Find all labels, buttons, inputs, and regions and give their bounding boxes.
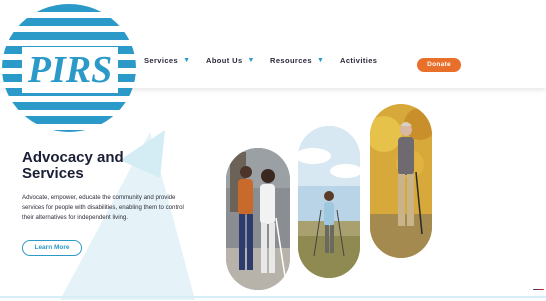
learn-more-button[interactable]: Learn More xyxy=(22,240,82,256)
hero-image-man-with-cane xyxy=(370,104,432,258)
nav-item-services[interactable]: Services ▼ xyxy=(144,56,190,65)
nav-item-activities[interactable]: Activities xyxy=(340,56,377,65)
chevron-down-icon: ▼ xyxy=(316,56,325,64)
donate-button[interactable]: Donate xyxy=(417,58,461,72)
nav-item-label: Resources xyxy=(270,55,312,65)
nav-item-label: Services xyxy=(144,55,179,65)
chevron-down-icon: ▼ xyxy=(247,56,255,64)
chevron-down-icon: ▼ xyxy=(183,56,191,64)
logo-text: PIRS xyxy=(22,47,118,93)
hero-image-couple-walking xyxy=(226,148,290,290)
section-divider xyxy=(0,296,546,298)
pirs-logo[interactable]: PIRS xyxy=(2,4,136,132)
hero-description: Advocate, empower, educate the community… xyxy=(22,194,184,221)
nav-item-label: Activities xyxy=(340,55,378,65)
us-flag-icon[interactable] xyxy=(533,283,544,290)
nav-item-about-us[interactable]: About Us ▼ xyxy=(206,56,255,65)
nav-item-resources[interactable]: Resources ▼ xyxy=(270,56,324,65)
nav-item-label: About Us xyxy=(206,55,243,65)
hero-image-woman-walking-poles xyxy=(298,126,360,278)
hero-title: Advocacy and Services xyxy=(22,150,202,182)
hero-title-line-1: Advocacy and xyxy=(22,149,124,166)
hero-title-line-2: Services xyxy=(22,165,84,182)
